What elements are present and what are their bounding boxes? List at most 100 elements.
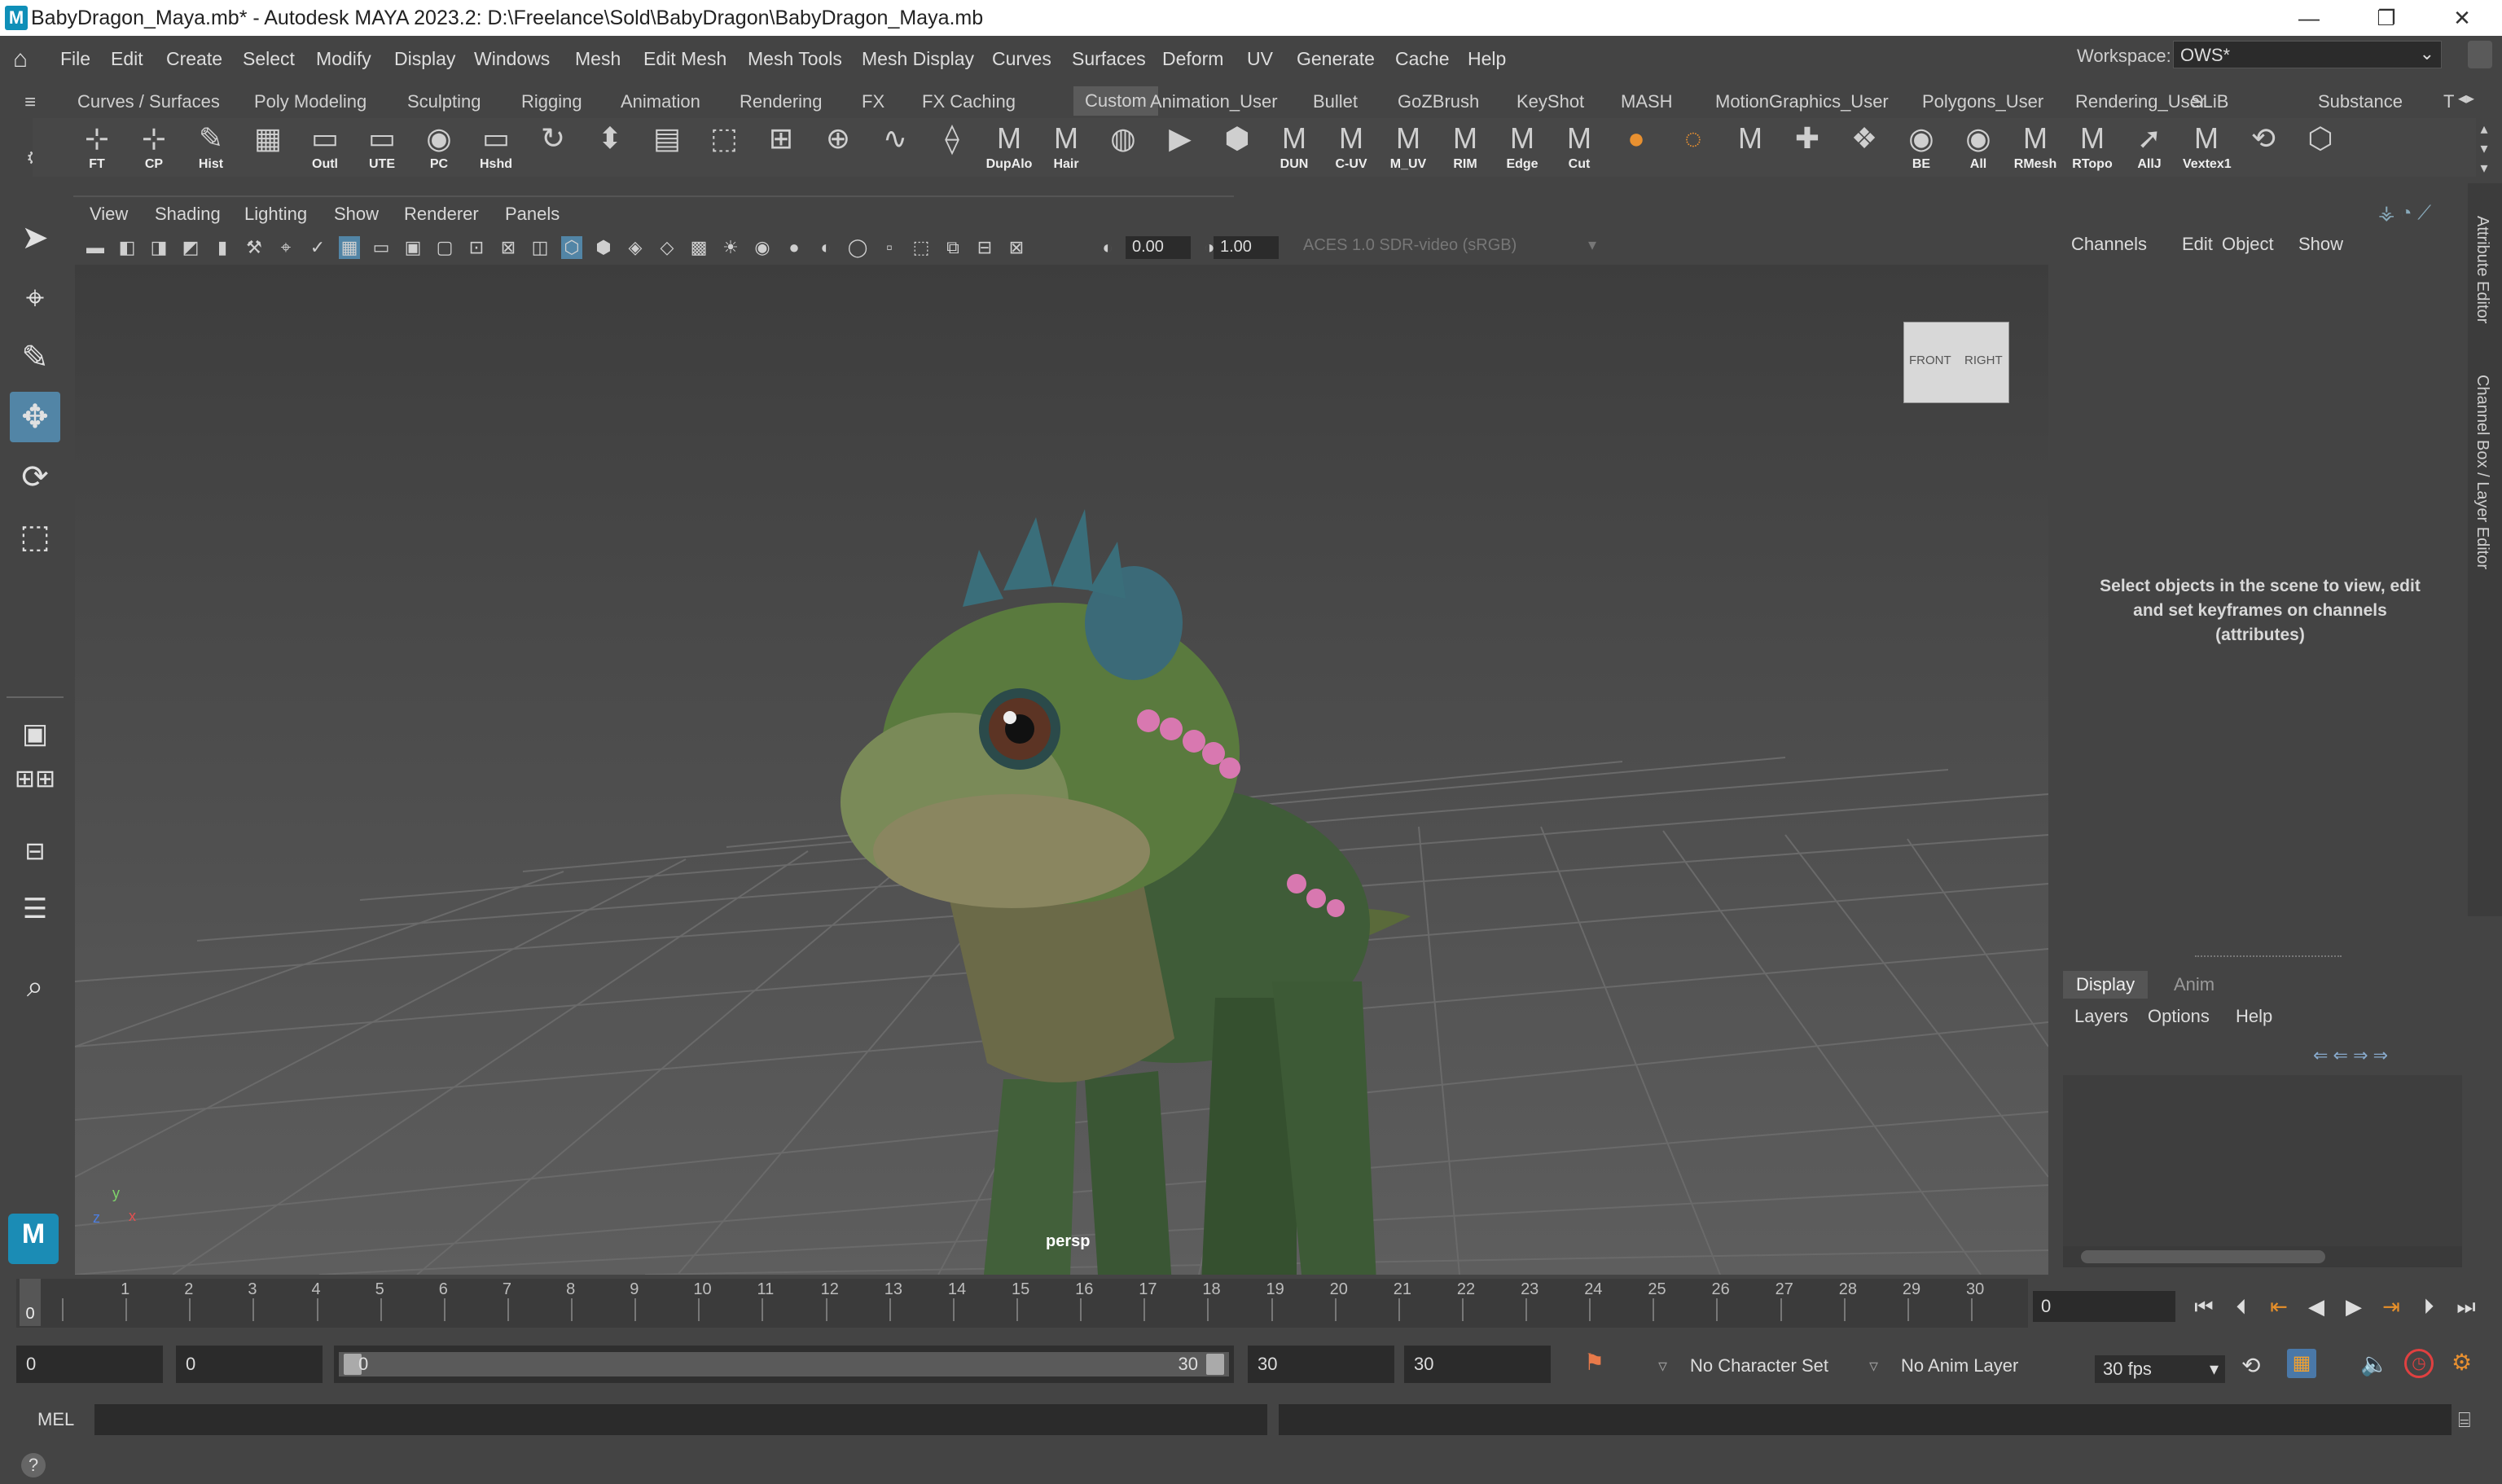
tab-channel-box-layer-editor[interactable]: Channel Box / Layer Editor <box>2473 375 2491 569</box>
shelf-tab-rigging[interactable]: Rigging <box>521 91 582 112</box>
shelf-icon-rim[interactable]: M RIM <box>1442 121 1489 173</box>
shelf-icon-cp[interactable]: ⊹ CP <box>130 121 178 173</box>
shelf-icon-tool-29[interactable]: M <box>1727 121 1774 173</box>
shelf-icon-tool-20[interactable]: ⬢ <box>1214 121 1261 173</box>
current-frame-field[interactable]: 0 <box>2033 1291 2175 1322</box>
menu-deform[interactable]: Deform <box>1162 48 1223 70</box>
shelf-icon-tool-30[interactable]: ✚ <box>1784 121 1831 173</box>
workspace-select[interactable]: OWS* ⌄ <box>2173 41 2442 68</box>
shelf-icon-tool-15[interactable]: ⟠ <box>928 121 976 173</box>
viewport-tool-icon[interactable]: ● <box>784 236 805 259</box>
viewport-tool-icon[interactable]: ⬡ <box>561 236 582 259</box>
viewport-tool-icon[interactable]: ◩ <box>180 236 201 259</box>
menu-file[interactable]: File <box>60 48 90 70</box>
menu-help[interactable]: Help <box>1468 48 1506 70</box>
viewport-tool-icon[interactable]: ◇ <box>656 236 678 259</box>
exposure-field[interactable]: 0.00 <box>1126 236 1191 259</box>
menu-uv[interactable]: UV <box>1247 48 1273 70</box>
shelf-tab-keyshot[interactable]: KeyShot <box>1517 91 1584 112</box>
menu-select[interactable]: Select <box>243 48 295 70</box>
shelf-icon-be[interactable]: ◉ BE <box>1898 121 1945 173</box>
viewport-menu-show[interactable]: Show <box>334 204 379 225</box>
viewport-tool-icon[interactable]: ⬢ <box>593 236 614 259</box>
shelf-icon-rmesh[interactable]: M RMesh <box>2012 121 2059 173</box>
tab-anim[interactable]: Anim <box>2161 971 2228 999</box>
play-backward-icon[interactable]: ◀ <box>2300 1291 2333 1322</box>
gamma-field[interactable]: 1.00 <box>1214 236 1279 259</box>
viewport-tool-icon[interactable]: ◯ <box>847 236 868 259</box>
cb-menu-object[interactable]: Object <box>2222 234 2274 255</box>
menu-modify[interactable]: Modify <box>316 48 371 70</box>
shelf-icon-ute[interactable]: ▭ UTE <box>358 121 406 173</box>
shelf-tab-curves-surfaces[interactable]: Curves / Surfaces <box>77 91 220 112</box>
auto-key-icon[interactable]: ⚑ <box>1584 1349 1604 1376</box>
view-cube[interactable]: FRONT RIGHT <box>1903 322 2009 403</box>
step-back-frame-icon[interactable]: ⏴ <box>2225 1291 2258 1322</box>
shelf-icon-edge[interactable]: M Edge <box>1499 121 1546 173</box>
menu-mesh-tools[interactable]: Mesh Tools <box>748 48 842 70</box>
viewport-tool-icon[interactable]: ◨ <box>148 236 169 259</box>
shelf-tab-slib[interactable]: SLiB <box>2191 91 2228 112</box>
menu-generate[interactable]: Generate <box>1297 48 1375 70</box>
shelf-tab-bullet[interactable]: Bullet <box>1313 91 1358 112</box>
shelf-icon-hshd[interactable]: ▭ Hshd <box>472 121 520 173</box>
shelf-tab-sculpting[interactable]: Sculpting <box>407 91 481 112</box>
rotate-tool-icon[interactable]: ⟳ <box>10 452 60 503</box>
shelf-icon-dun[interactable]: M DUN <box>1271 121 1318 173</box>
shelf-tab-animation-user[interactable]: Animation_User <box>1150 91 1278 112</box>
viewport-tool-icon[interactable]: ◧ <box>116 236 138 259</box>
minimize-button[interactable]: — <box>2272 2 2346 34</box>
shelf-tab-mash[interactable]: MASH <box>1621 91 1673 112</box>
shelf-icon-tool-3[interactable]: ▦ <box>244 121 292 173</box>
shelf-tab-poly-modeling[interactable]: Poly Modeling <box>254 91 367 112</box>
shelf-icon-tool-18[interactable]: ◍ <box>1100 121 1147 173</box>
shelf-icon-tool-8[interactable]: ↻ <box>529 121 577 173</box>
viewport-tool-icon[interactable]: ▣ <box>402 236 424 259</box>
outliner-layout-icon[interactable]: ☰ <box>10 884 60 934</box>
lasso-tool-icon[interactable]: ⌖ <box>10 273 60 323</box>
menu-mesh[interactable]: Mesh <box>575 48 621 70</box>
mel-label[interactable]: MEL <box>37 1409 74 1430</box>
viewport-tool-icon[interactable]: ▭ <box>371 236 392 259</box>
viewport-tool-icon[interactable]: ⌖ <box>275 236 296 259</box>
script-editor-icon[interactable]: ⌸ <box>2458 1407 2471 1434</box>
range-end-handle[interactable] <box>1206 1354 1224 1375</box>
shelf-scroll-icon[interactable]: ▴ ▾ ▾ <box>2476 119 2492 178</box>
go-to-end-icon[interactable]: ⏭ <box>2450 1291 2482 1322</box>
viewport-tool-icon[interactable]: ▢ <box>434 236 455 259</box>
menu-surfaces[interactable]: Surfaces <box>1072 48 1146 70</box>
viewport-3d[interactable]: FRONT RIGHT y x z persp <box>75 265 2048 1275</box>
shelf-icon-tool-31[interactable]: ❖ <box>1841 121 1888 173</box>
sound-icon[interactable]: 🔈 <box>2360 1350 2389 1377</box>
le-menu-options[interactable]: Options <box>2148 1006 2210 1027</box>
shelf-tabs-scroll-icon[interactable]: ◂▸ <box>2458 88 2474 108</box>
play-start-field[interactable]: 0 <box>176 1346 323 1383</box>
viewport-tool-icon[interactable]: ◫ <box>529 236 551 259</box>
menu-edit[interactable]: Edit <box>111 48 143 70</box>
le-menu-layers[interactable]: Layers <box>2074 1006 2128 1027</box>
cb-menu-show[interactable]: Show <box>2298 234 2343 255</box>
viewport-tool-icon[interactable]: ◈ <box>625 236 646 259</box>
close-button[interactable]: ✕ <box>2425 2 2499 34</box>
move-tool-icon[interactable]: ✥ <box>10 392 60 442</box>
viewport-tool-icon[interactable]: ⚒ <box>244 236 265 259</box>
shelf-tab-t[interactable]: T <box>2443 91 2454 112</box>
viewport-tool-icon[interactable]: ⊡ <box>466 236 487 259</box>
color-space-chevron-icon[interactable]: ▾ <box>1588 235 1596 255</box>
shelf-icon-dupalo[interactable]: M DupAlo <box>985 121 1033 173</box>
anim-start-field[interactable]: 0 <box>16 1346 163 1383</box>
menu-windows[interactable]: Windows <box>474 48 550 70</box>
preferences-runner-icon[interactable]: ⚙ <box>2452 1349 2472 1376</box>
search-icon[interactable]: ⌕ <box>10 961 60 1012</box>
shelf-icon-m_uv[interactable]: M M_UV <box>1385 121 1432 173</box>
tab-attribute-editor[interactable]: Attribute Editor <box>2473 216 2491 323</box>
shelf-icon-tool-9[interactable]: ⬍ <box>586 121 634 173</box>
layer-action-icons[interactable]: ⇐ ⇐ ⇒ ⇒ <box>2313 1045 2388 1066</box>
scale-tool-icon[interactable]: ⬚ <box>10 511 60 562</box>
shelf-icon-vextex1[interactable]: M Vextex1 <box>2183 121 2232 173</box>
cb-menu-channels[interactable]: Channels <box>2071 234 2147 255</box>
viewport-menu-renderer[interactable]: Renderer <box>404 204 479 225</box>
range-slider[interactable]: 0 30 <box>334 1346 1234 1383</box>
shelf-icon-outl[interactable]: ▭ Outl <box>301 121 349 173</box>
tab-display[interactable]: Display <box>2063 971 2149 999</box>
